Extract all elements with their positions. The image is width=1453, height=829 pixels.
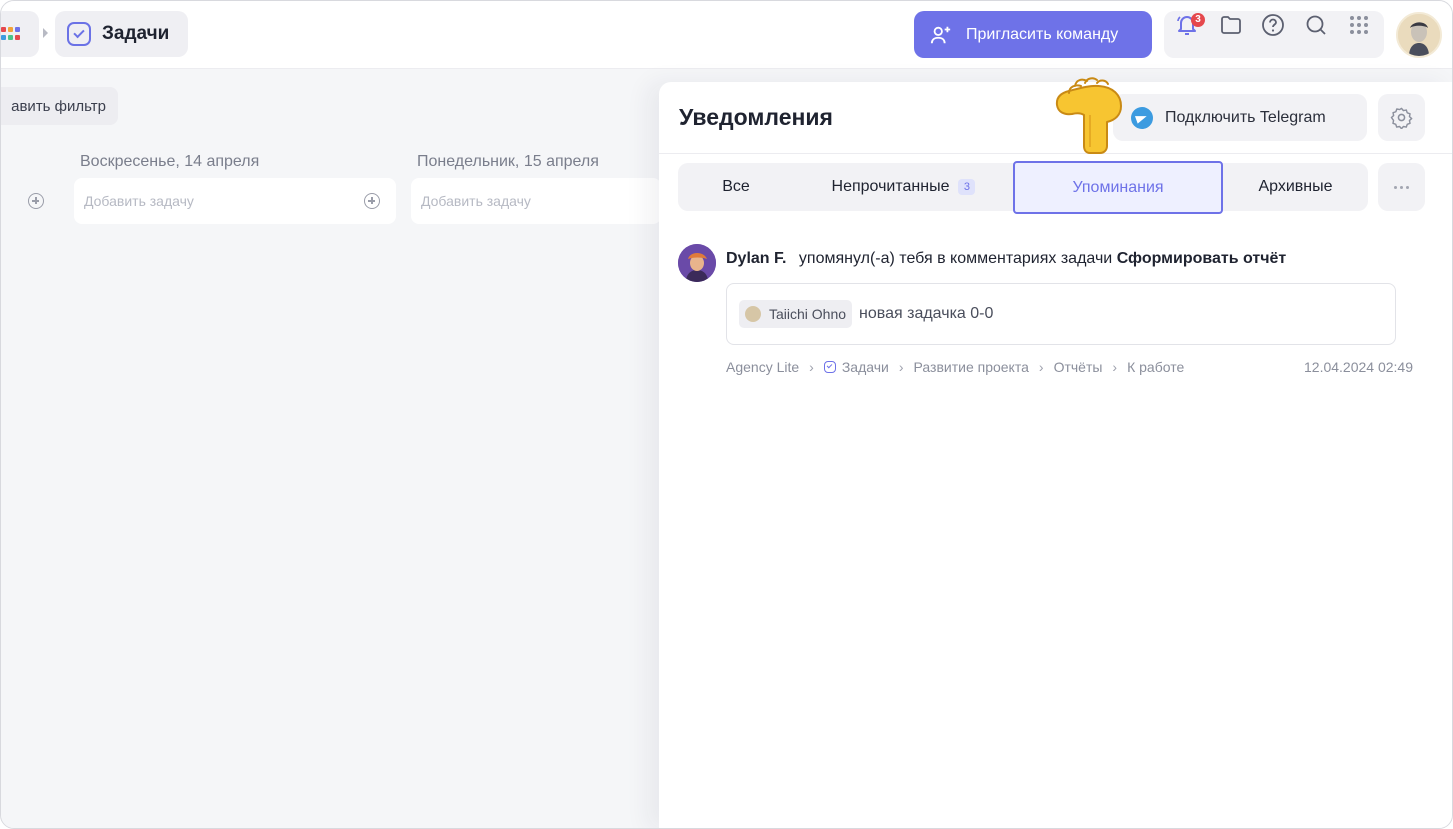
help-icon[interactable] — [1261, 13, 1285, 37]
tab-archived[interactable]: Архивные — [1223, 163, 1368, 211]
tab-all-label: Все — [722, 178, 750, 195]
notification-action: упомянул(-а) тебя в комментариях задачи — [798, 250, 1113, 267]
add-user-icon — [930, 26, 951, 43]
apps-grid-icon — [1, 27, 20, 41]
breadcrumb-item[interactable]: Отчёты — [1054, 359, 1103, 375]
chevron-right-icon: › — [1038, 359, 1044, 375]
comment-text: новая задачка 0-0 — [859, 305, 994, 322]
breadcrumb-item[interactable]: Agency Lite — [726, 359, 799, 375]
tab-archived-label: Архивные — [1258, 178, 1333, 195]
plus-circle-icon[interactable] — [28, 193, 44, 209]
breadcrumb: Agency Lite › Задачи › Развитие проекта … — [726, 359, 1184, 375]
grid-icon[interactable] — [1347, 13, 1371, 37]
author-avatar-image — [678, 244, 716, 282]
author-avatar[interactable] — [678, 244, 716, 282]
tab-unread[interactable]: Непрочитанные 3 — [794, 163, 1013, 211]
chevron-right-icon: › — [898, 359, 904, 375]
breadcrumb-item[interactable]: Задачи — [842, 359, 889, 375]
mention-chip[interactable]: Taiichi Ohno — [739, 300, 853, 328]
notification-task-link[interactable]: Сформировать отчёт — [1117, 250, 1287, 267]
mention-name: Taiichi Ohno — [769, 306, 847, 322]
day-column-title: Понедельник, 15 апреля — [417, 153, 599, 170]
more-options-button[interactable] — [1378, 163, 1425, 211]
notification-tabs: Все Непрочитанные 3 Упоминания Архивные — [678, 161, 1368, 214]
check-icon — [67, 22, 91, 46]
chevron-right-icon: › — [809, 359, 814, 375]
chevron-right-icon: › — [1112, 359, 1118, 375]
more-icon — [1394, 185, 1397, 189]
breadcrumb-item[interactable]: К работе — [1127, 359, 1184, 375]
apps-menu-button[interactable] — [1, 11, 39, 57]
add-task-placeholder: Добавить задачу — [421, 193, 531, 209]
add-task-field[interactable]: Добавить задачу — [411, 178, 661, 224]
user-avatar[interactable] — [1396, 12, 1442, 58]
comment-preview[interactable]: Taiichi Ohno новая задачка 0-0 — [726, 283, 1396, 345]
board-area — [1, 129, 661, 828]
tab-mentions[interactable]: Упоминания — [1013, 161, 1223, 214]
current-app-chip[interactable]: Задачи — [55, 11, 188, 57]
notification-author[interactable]: Dylan F. — [726, 250, 786, 267]
connect-telegram-label: Подключить Telegram — [1165, 108, 1326, 126]
app-title: Задачи — [102, 23, 170, 44]
settings-button[interactable] — [1378, 94, 1425, 141]
notification-timestamp: 12.04.2024 02:49 — [1304, 359, 1413, 375]
add-filter-label: авить фильтр — [11, 97, 106, 115]
mention-avatar — [745, 306, 761, 322]
tab-unread-label: Непрочитанные — [831, 178, 950, 195]
app-window: Задачи Пригласить команду 3 авить фильтр… — [0, 0, 1453, 829]
panel-title: Уведомления — [679, 104, 833, 130]
day-column-title: Воскресенье, 14 апреля — [80, 153, 260, 170]
invite-team-button[interactable]: Пригласить команду — [914, 11, 1152, 58]
breadcrumb-item[interactable]: Развитие проекта — [914, 359, 1029, 375]
tab-all[interactable]: Все — [678, 163, 794, 211]
add-task-field[interactable]: Добавить задачу — [74, 178, 396, 224]
unread-count-badge: 3 — [958, 179, 976, 195]
notifications-badge: 3 — [1191, 13, 1205, 27]
plus-circle-icon[interactable] — [364, 193, 380, 209]
tab-mentions-label: Упоминания — [1072, 178, 1164, 196]
folder-icon[interactable] — [1219, 13, 1243, 37]
add-task-placeholder: Добавить задачу — [84, 193, 194, 209]
breadcrumb-arrow-icon — [43, 28, 48, 38]
notifications-panel: Уведомления Подключить Telegram Все Непр… — [659, 82, 1452, 828]
gear-icon — [1390, 107, 1413, 129]
check-icon — [823, 361, 836, 373]
top-bar: Задачи Пригласить команду 3 — [1, 1, 1452, 69]
notification-text: Dylan F. упомянул(-а) тебя в комментария… — [726, 250, 1286, 268]
add-filter-button[interactable]: авить фильтр — [1, 87, 118, 125]
search-icon[interactable] — [1304, 13, 1328, 37]
connect-telegram-button[interactable]: Подключить Telegram — [1113, 94, 1367, 141]
invite-team-label: Пригласить команду — [966, 25, 1119, 43]
user-avatar-image — [1398, 14, 1440, 56]
pointing-hand-icon — [1055, 77, 1122, 154]
